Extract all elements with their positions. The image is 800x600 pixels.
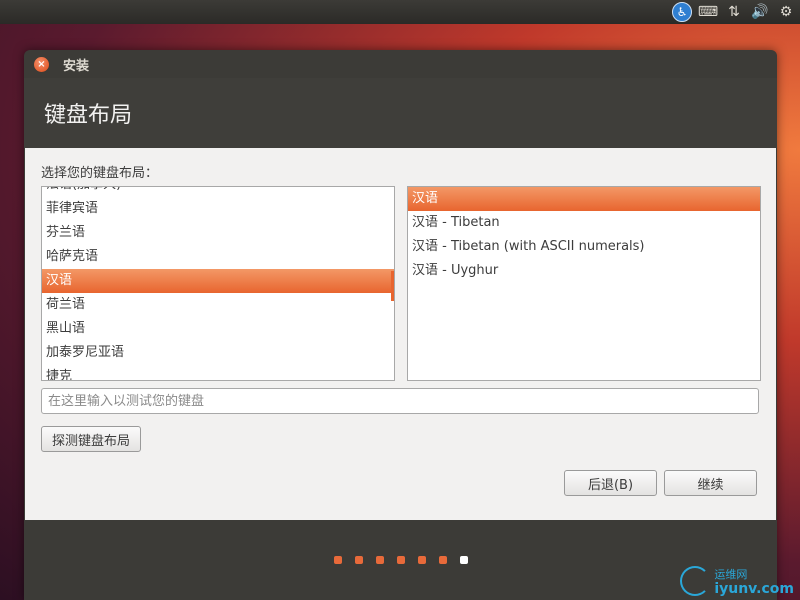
progress-dots — [24, 556, 777, 564]
page-header: 键盘布局 — [24, 78, 777, 148]
close-icon[interactable]: × — [34, 56, 49, 72]
layout-item[interactable]: 法语(加拿大) — [42, 187, 394, 197]
variant-list[interactable]: 汉语 汉语 - Tibetan 汉语 - Tibetan (with ASCII n… — [407, 186, 761, 381]
watermark-top: 运维网 — [714, 568, 748, 581]
variant-item[interactable]: 汉语 — [408, 187, 760, 211]
title-bar: × 安装 — [24, 50, 777, 78]
continue-button[interactable]: 继续 — [664, 470, 757, 496]
layout-item[interactable]: 汉语 — [42, 269, 394, 293]
layout-item[interactable]: 荷兰语 — [42, 293, 394, 317]
layout-item[interactable]: 菲律宾语 — [42, 197, 394, 221]
page-title: 键盘布局 — [44, 103, 133, 128]
variant-item[interactable]: 汉语 - Tibetan — [408, 211, 760, 235]
accessibility-icon[interactable]: ♿ — [672, 2, 692, 22]
keyboard-icon[interactable]: ⌨ — [698, 2, 718, 22]
progress-dot — [354, 556, 363, 564]
progress-dot — [459, 556, 468, 564]
watermark-bottom: iyunv.com — [714, 581, 794, 597]
keyboard-test-input[interactable] — [41, 388, 759, 414]
variant-item[interactable]: 汉语 - Tibetan (with ASCII numerals) — [408, 235, 760, 259]
watermark: 运维网 iyunv.com — [680, 566, 794, 596]
layout-item[interactable]: 加泰罗尼亚语 — [42, 341, 394, 365]
progress-dot — [396, 556, 405, 564]
progress-dot — [438, 556, 447, 564]
progress-dot — [417, 556, 426, 564]
gear-icon[interactable]: ⚙ — [776, 2, 796, 22]
layout-item[interactable]: 芬兰语 — [42, 221, 394, 245]
variant-item[interactable]: 汉语 - Uyghur — [408, 259, 760, 283]
installer-window: × 安装 键盘布局 选择您的键盘布局： 法语(加拿大)菲律宾语芬兰语哈萨克语汉语… — [24, 50, 777, 600]
layout-item[interactable]: 捷克 — [42, 365, 394, 380]
volume-icon[interactable]: 🔊 — [750, 2, 770, 22]
top-panel: ♿ ⌨ ⇅ 🔊 ⚙ — [0, 0, 800, 24]
progress-dot — [333, 556, 342, 564]
layout-prompt: 选择您的键盘布局： — [41, 166, 159, 181]
network-icon[interactable]: ⇅ — [724, 2, 744, 22]
watermark-logo-icon — [680, 566, 711, 596]
progress-dot — [375, 556, 384, 564]
layout-item[interactable]: 黑山语 — [42, 317, 394, 341]
layout-item[interactable]: 哈萨克语 — [42, 245, 394, 269]
back-button[interactable]: 后退(B) — [564, 470, 657, 496]
detect-layout-button[interactable]: 探测键盘布局 — [41, 426, 141, 452]
window-title: 安装 — [63, 58, 90, 74]
layout-list[interactable]: 法语(加拿大)菲律宾语芬兰语哈萨克语汉语荷兰语黑山语加泰罗尼亚语捷克 — [41, 186, 395, 381]
scrollbar-thumb[interactable] — [391, 271, 394, 301]
content-area: 选择您的键盘布局： 法语(加拿大)菲律宾语芬兰语哈萨克语汉语荷兰语黑山语加泰罗尼… — [25, 148, 776, 520]
